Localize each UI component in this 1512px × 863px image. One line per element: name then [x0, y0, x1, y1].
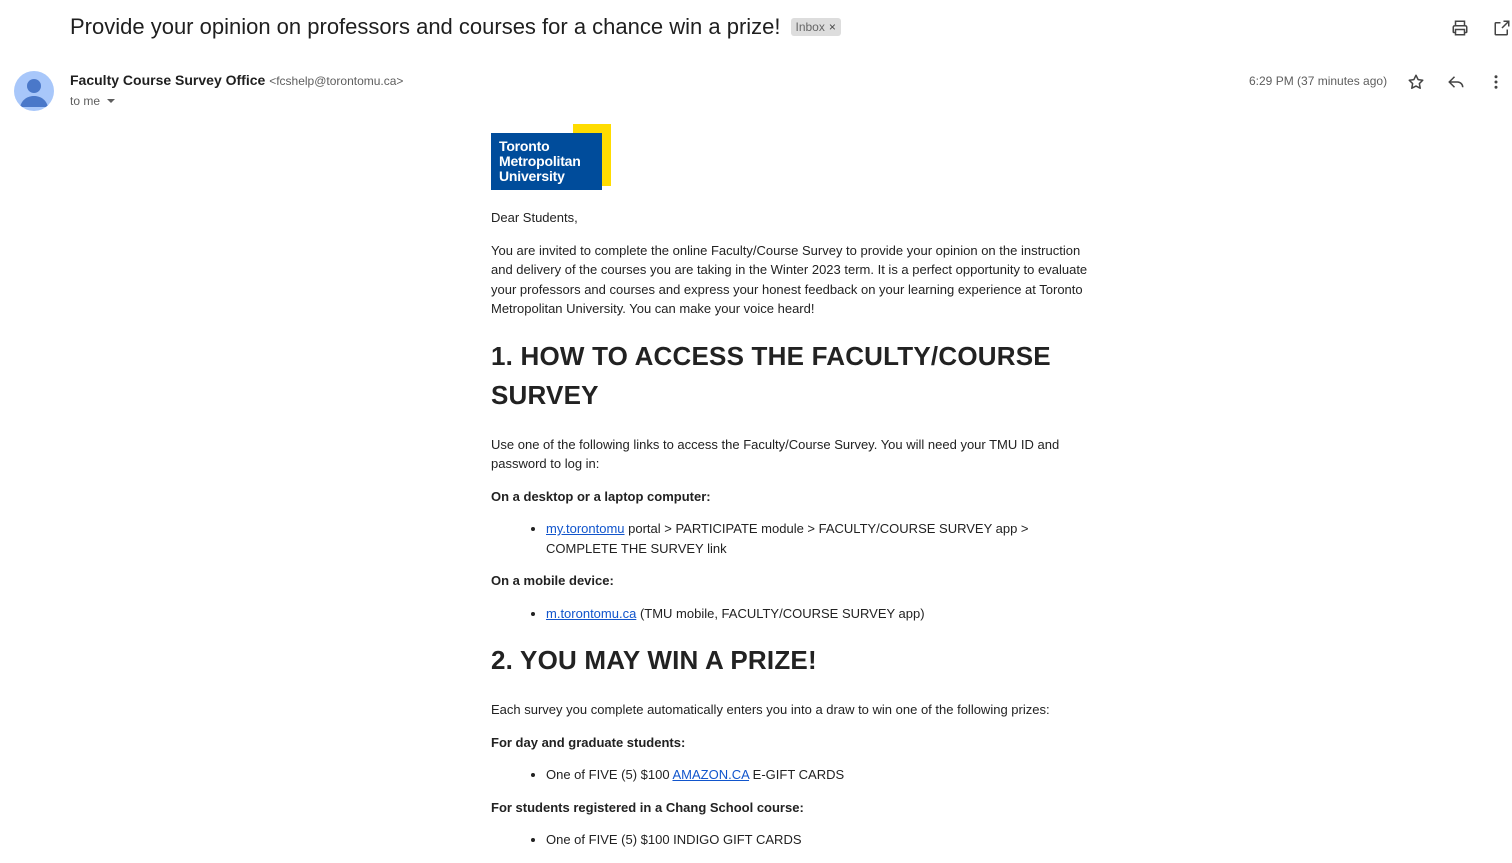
sender-info: Faculty Course Survey Office <fcshelp@to…	[70, 72, 403, 88]
logo-blue-block: Toronto Metropolitan University	[491, 133, 602, 190]
print-icon[interactable]	[1450, 18, 1470, 38]
star-icon[interactable]	[1406, 72, 1426, 92]
inbox-label-badge: Inbox ×	[790, 18, 841, 36]
logo-line-2: Metropolitan	[499, 153, 581, 169]
my-torontomu-link[interactable]: my.torontomu	[546, 521, 625, 536]
chang-prize-list: One of FIVE (5) $100 INDIGO GIFT CARDS	[491, 830, 1091, 850]
inbox-label-text: Inbox	[795, 20, 825, 34]
open-in-new-window-icon[interactable]	[1492, 18, 1512, 38]
mobile-instructions: (TMU mobile, FACULTY/COURSE SURVEY app)	[636, 605, 925, 621]
desktop-heading: On a desktop or a laptop computer:	[491, 487, 1091, 507]
email-timestamp: 6:29 PM (37 minutes ago)	[1249, 74, 1388, 88]
chevron-down-icon	[107, 99, 116, 103]
day-prize-list: One of FIVE (5) $100 AMAZON.CA E-GIFT CA…	[491, 765, 1091, 785]
greeting: Dear Students,	[491, 210, 578, 225]
email-body: Toronto Metropolitan University Dear Stu…	[491, 124, 1091, 863]
subject-row: Provide your opinion on professors and c…	[70, 14, 841, 40]
list-item: m.torontomu.ca (TMU mobile, FACULTY/COUR…	[546, 604, 1091, 624]
logo-line-1: Toronto	[499, 138, 550, 154]
email-subject: Provide your opinion on professors and c…	[70, 14, 781, 39]
access-paragraph: Use one of the following links to access…	[491, 436, 1060, 472]
sender-avatar[interactable]	[14, 71, 54, 111]
prize-paragraph: Each survey you complete automatically e…	[491, 702, 1050, 717]
chang-heading-text: For students registered in a Chang Schoo…	[491, 799, 804, 815]
sender-email: <fcshelp@torontomu.ca>	[269, 74, 404, 88]
intro-paragraph: You are invited to complete the online F…	[491, 242, 1088, 317]
mobile-heading: On a mobile device:	[491, 571, 1091, 591]
desktop-heading-text: On a desktop or a laptop computer:	[491, 488, 711, 504]
day-prize-post: E-GIFT CARDS	[749, 767, 845, 782]
reply-icon[interactable]	[1446, 72, 1466, 92]
mobile-heading-text: On a mobile device:	[491, 573, 614, 588]
chang-students-heading: For students registered in a Chang Schoo…	[491, 798, 1091, 818]
recipient-details-toggle[interactable]: to me	[70, 94, 116, 108]
recipient-text: to me	[70, 94, 101, 108]
desktop-list: my.torontomu portal > PARTICIPATE module…	[491, 519, 1091, 558]
remove-label-button[interactable]: ×	[829, 20, 836, 34]
section-heading-prize: 2. YOU MAY WIN A PRIZE!	[491, 645, 817, 675]
list-item: my.torontomu portal > PARTICIPATE module…	[546, 519, 1091, 558]
day-prize-pre: One of FIVE (5) $100	[546, 767, 673, 782]
day-heading-text: For day and graduate students:	[491, 734, 686, 750]
list-item: One of FIVE (5) $100 AMAZON.CA E-GIFT CA…	[546, 765, 1091, 785]
m-torontomu-link[interactable]: m.torontomu.ca	[546, 606, 636, 621]
top-toolbar	[1450, 18, 1512, 38]
more-vert-icon[interactable]	[1486, 72, 1506, 92]
amazon-link[interactable]: AMAZON.CA	[672, 767, 749, 782]
message-actions	[1406, 72, 1506, 92]
person-icon	[20, 79, 48, 107]
section-heading-access: 1. HOW TO ACCESS THE FACULTY/COURSE SURV…	[491, 340, 1051, 410]
list-item: One of FIVE (5) $100 INDIGO GIFT CARDS	[546, 830, 1091, 850]
mobile-list: m.torontomu.ca (TMU mobile, FACULTY/COUR…	[491, 604, 1091, 624]
tmu-logo: Toronto Metropolitan University	[491, 124, 611, 190]
day-students-heading: For day and graduate students:	[491, 733, 1091, 753]
sender-name[interactable]: Faculty Course Survey Office	[70, 72, 265, 88]
logo-line-3: University	[499, 168, 565, 184]
